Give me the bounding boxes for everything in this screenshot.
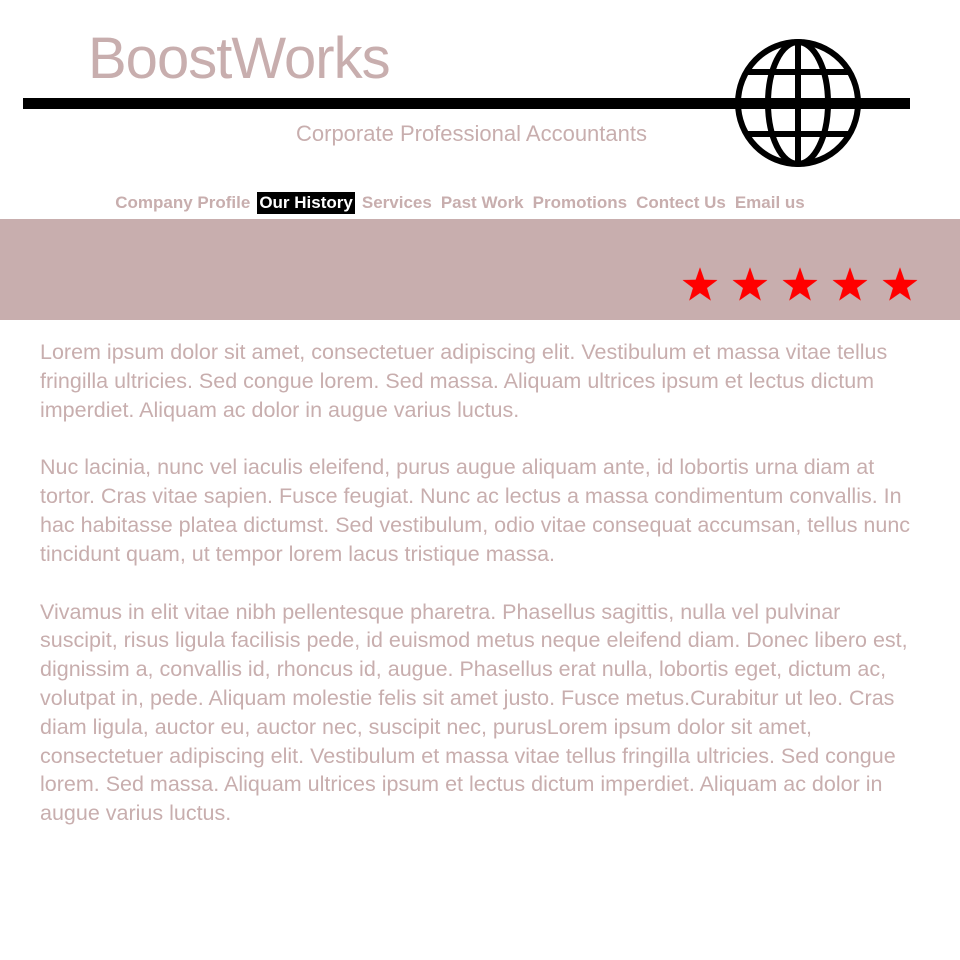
nav-item-services[interactable]: Services <box>360 192 434 214</box>
star-icon <box>882 267 918 301</box>
content-paragraph: Lorem ipsum dolor sit amet, consectetuer… <box>40 340 888 422</box>
nav-item-company-profile[interactable]: Company Profile <box>113 192 252 214</box>
nav-item-past-work[interactable]: Past Work <box>439 192 526 214</box>
globe-icon <box>735 39 861 167</box>
star-rating <box>682 267 918 303</box>
content-paragraph: Nuc lacinia, nunc vel iaculis eleifend, … <box>40 455 911 566</box>
main-nav: Company Profile Our History Services Pas… <box>0 192 920 214</box>
site-tagline: Corporate Professional Accountants <box>296 121 647 146</box>
content-paragraph: Vivamus in elit vitae nibh pellentesque … <box>40 599 908 826</box>
nav-item-promotions[interactable]: Promotions <box>531 192 629 214</box>
star-icon <box>682 267 718 301</box>
header-band <box>0 219 960 320</box>
star-icon <box>782 267 818 301</box>
site-logo[interactable]: BoostWorks <box>88 30 391 88</box>
main-content: Lorem ipsum dolor sit amet, consectetuer… <box>40 338 922 857</box>
star-icon <box>732 267 768 301</box>
star-icon <box>832 267 868 301</box>
nav-item-email-us[interactable]: Email us <box>733 192 807 214</box>
nav-item-our-history[interactable]: Our History <box>257 192 355 214</box>
nav-item-contect-us[interactable]: Contect Us <box>634 192 728 214</box>
